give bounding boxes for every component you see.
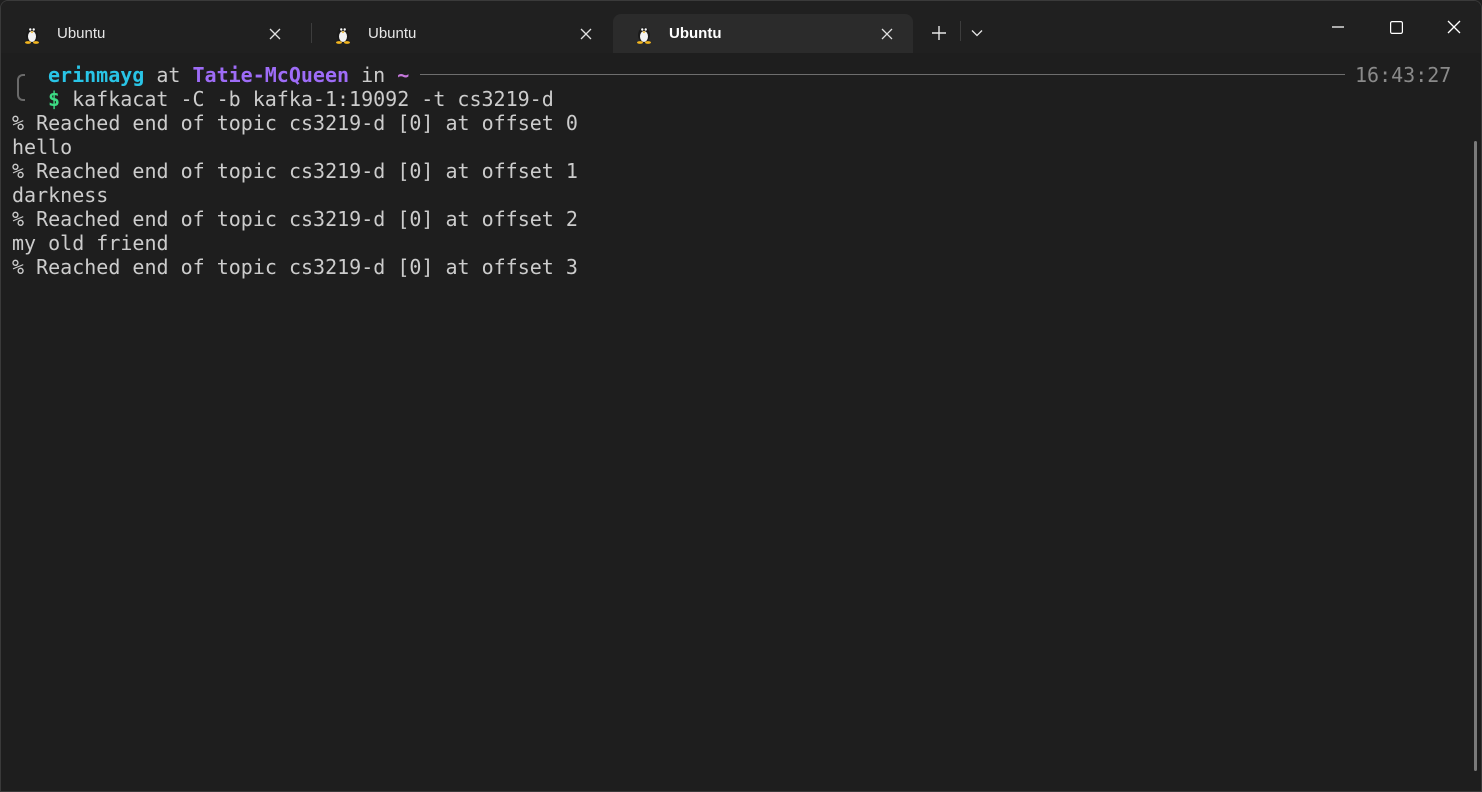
close-icon <box>1447 20 1461 34</box>
tab-label: Ubuntu <box>669 25 722 42</box>
prompt-line: erinmayg at Tatie-McQueen in ~ <box>48 63 409 87</box>
terminal-content[interactable]: erinmayg at Tatie-McQueen in ~ 16:43:27 … <box>1 53 1481 791</box>
output-line: % Reached end of topic cs3219-d [0] at o… <box>12 111 578 135</box>
terminal-window: Ubuntu Ubuntu Ubuntu erinmayg at Tatie-M… <box>0 0 1482 792</box>
tab-ubuntu-1[interactable]: Ubuntu <box>1 14 301 53</box>
output-line: % Reached end of topic cs3219-d [0] at o… <box>12 207 578 231</box>
output-line: hello <box>12 135 73 159</box>
close-tab-icon[interactable] <box>267 26 283 42</box>
output-line: % Reached end of topic cs3219-d [0] at o… <box>12 159 578 183</box>
minimize-button[interactable] <box>1315 9 1361 45</box>
prompt-host: Tatie-McQueen <box>192 63 350 87</box>
prompt-time: 16:43:27 <box>1355 63 1452 87</box>
tab-ubuntu-3-active[interactable]: Ubuntu <box>613 14 913 53</box>
tux-icon <box>25 27 39 44</box>
tux-icon <box>637 27 651 44</box>
prompt-rule <box>420 74 1345 75</box>
tab-dropdown-button[interactable] <box>963 19 991 47</box>
close-tab-icon[interactable] <box>879 26 895 42</box>
maximize-icon <box>1389 20 1403 34</box>
prompt-user: erinmayg <box>48 63 145 87</box>
close-window-button[interactable] <box>1431 9 1477 45</box>
output-line: % Reached end of topic cs3219-d [0] at o… <box>12 255 578 279</box>
chevron-down-icon <box>971 30 983 37</box>
plus-icon <box>932 26 946 40</box>
tux-icon <box>336 27 350 44</box>
new-tab-button[interactable] <box>923 19 955 47</box>
tab-label: Ubuntu <box>57 25 106 42</box>
tab-ubuntu-2[interactable]: Ubuntu <box>312 14 612 53</box>
output-line: my old friend <box>12 231 169 255</box>
command-line: $ kafkacat -C -b kafka-1:19092 -t cs3219… <box>48 87 554 111</box>
toolbar-divider <box>960 21 961 41</box>
maximize-button[interactable] <box>1373 9 1419 45</box>
prompt-at: at <box>156 63 181 87</box>
output-line: darkness <box>12 183 109 207</box>
minimize-icon <box>1332 26 1344 28</box>
prompt-in: in <box>361 63 386 87</box>
prompt-dollar: $ <box>48 87 61 111</box>
prompt-dir: ~ <box>397 63 410 87</box>
title-bar: Ubuntu Ubuntu Ubuntu <box>1 1 1481 53</box>
tab-label: Ubuntu <box>368 25 417 42</box>
command-text: kafkacat -C -b kafka-1:19092 -t cs3219-d <box>72 87 554 111</box>
scrollbar[interactable] <box>1474 141 1477 771</box>
close-tab-icon[interactable] <box>578 26 594 42</box>
